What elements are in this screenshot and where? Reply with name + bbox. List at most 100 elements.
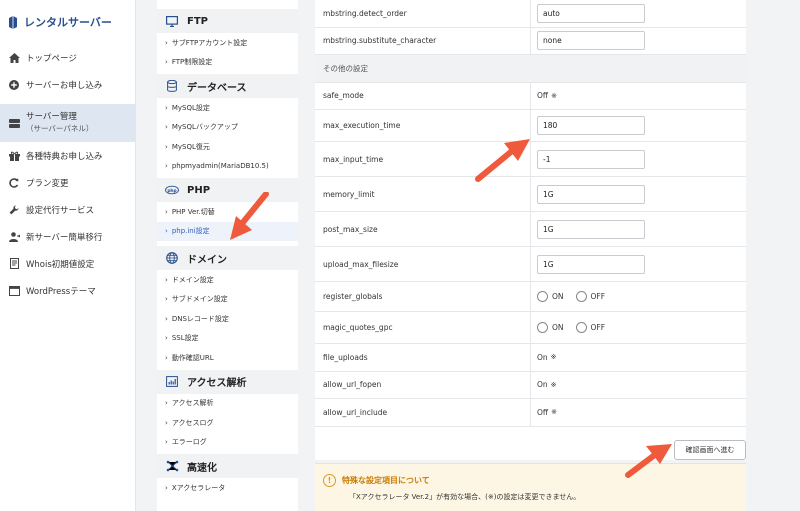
chevron-right-icon: › (165, 103, 168, 112)
sidebar-item-migration[interactable]: 新サーバー簡単移行 (0, 223, 135, 250)
main-sidebar: レンタルサーバー トップページ サーバーお申し込み サーバー管理 （サーバーパネ… (0, 0, 136, 511)
mbstring-substitute-character-input[interactable]: none (537, 31, 645, 51)
brand-title: レンタルサーバー (24, 16, 112, 29)
refresh-icon (8, 177, 20, 189)
network-speed-icon (165, 460, 179, 473)
link-x-accelerator[interactable]: › Xアクセラレータ (157, 478, 298, 498)
row-mbstring-substitute-character: mbstring.substitute_character none (315, 27, 746, 55)
sidebar-item-server-apply[interactable]: サーバーお申し込み (0, 71, 135, 98)
link-sub-ftp-account[interactable]: › サブFTPアカウント設定 (157, 33, 298, 53)
upload-max-filesize-input[interactable]: 1G (537, 254, 645, 274)
link-label: MySQL設定 (171, 103, 210, 112)
chevron-right-icon: › (165, 58, 168, 67)
memory-limit-input[interactable]: 1G (537, 184, 645, 204)
sidebar-item-top[interactable]: トップページ (0, 44, 135, 71)
sidebar-item-plan-change[interactable]: プラン変更 (0, 169, 135, 196)
link-php-version[interactable]: › PHP Ver.切替 (157, 202, 298, 222)
brand[interactable]: レンタルサーバー (0, 0, 135, 44)
link-mysql-restore[interactable]: › MySQL復元 (157, 137, 298, 157)
link-access-analytics[interactable]: › アクセス解析 (157, 394, 298, 414)
row-file-uploads: file_uploads On ※ (315, 344, 746, 372)
link-label: MySQLバックアップ (171, 123, 238, 132)
gift-icon (8, 150, 20, 162)
asterisk-mark: ※ (550, 380, 557, 389)
link-label: サブドメイン設定 (171, 295, 228, 304)
link-mysql-backup[interactable]: › MySQLバックアップ (157, 118, 298, 138)
magic-quotes-off-radio[interactable]: OFF (575, 322, 605, 333)
sidebar-item-server-manage[interactable]: サーバー管理 （サーバーパネル） (0, 104, 135, 142)
php-badge-icon: php (165, 184, 179, 197)
link-label: phpmyadmin(MariaDB10.5) (171, 162, 269, 171)
link-ssl-settings[interactable]: › SSL設定 (157, 329, 298, 349)
link-domain-settings[interactable]: › ドメイン設定 (157, 270, 298, 290)
section-database: データベース (157, 74, 298, 98)
sidebar-item-label: サーバー管理 (26, 112, 77, 122)
chevron-right-icon: › (165, 334, 168, 343)
confirm-button[interactable]: 確認画面へ進む (674, 440, 746, 460)
row-allow-url-include: allow_url_include Off ※ (315, 399, 746, 427)
post-max-size-input[interactable]: 1G (537, 219, 645, 239)
sidebar-item-whois[interactable]: Whois初期値設定 (0, 250, 135, 277)
sidebar-item-label: プラン変更 (26, 178, 69, 189)
setting-key: max_input_time (315, 142, 531, 176)
link-error-log[interactable]: › エラーログ (157, 433, 298, 453)
magic-quotes-on-radio[interactable]: ON (537, 322, 564, 333)
window-icon (8, 285, 20, 297)
chevron-right-icon: › (165, 123, 168, 132)
setting-key: max_execution_time (315, 110, 531, 141)
link-phpmyadmin[interactable]: › phpmyadmin(MariaDB10.5) (157, 157, 298, 177)
max-input-time-input[interactable]: -1 (537, 149, 645, 169)
group-other-settings: その他の設定 (315, 55, 746, 83)
setting-key: mbstring.detect_order (315, 0, 531, 27)
chevron-right-icon: › (165, 207, 168, 216)
link-ftp-restriction[interactable]: › FTP制限設定 (157, 53, 298, 73)
sidebar-item-wp-theme[interactable]: WordPressテーマ (0, 277, 135, 304)
radio-circle (575, 322, 587, 333)
link-mysql-settings[interactable]: › MySQL設定 (157, 98, 298, 118)
row-max-execution-time: max_execution_time 180 (315, 110, 746, 142)
asterisk-mark: ※ (551, 408, 557, 417)
sidebar-item-setup-service[interactable]: 設定代行サービス (0, 196, 135, 223)
chevron-right-icon: › (165, 418, 168, 427)
radio-label: ON (552, 323, 564, 332)
section-title: 高速化 (187, 462, 217, 474)
setting-key: register_globals (315, 282, 531, 311)
row-safe-mode: safe_mode Off ※ (315, 82, 746, 110)
asterisk-mark: ※ (551, 91, 557, 100)
row-allow-url-fopen: allow_url_fopen On ※ (315, 371, 746, 399)
register-globals-off-radio[interactable]: OFF (575, 291, 606, 302)
chevron-right-icon: › (165, 353, 168, 362)
link-subdomain-settings[interactable]: › サブドメイン設定 (157, 290, 298, 310)
section-title: データベース (187, 82, 247, 94)
setting-key: upload_max_filesize (315, 247, 531, 281)
setting-key: allow_url_include (315, 399, 531, 426)
sidebar-item-label: 設定代行サービス (26, 205, 95, 216)
setting-key: post_max_size (315, 212, 531, 246)
sidebar-item-label: WordPressテーマ (26, 286, 96, 297)
radio-label: OFF (590, 292, 606, 301)
link-dns-record[interactable]: › DNSレコード設定 (157, 309, 298, 329)
register-globals-on-radio[interactable]: ON (537, 291, 564, 302)
chevron-right-icon: › (165, 275, 168, 284)
user-move-icon (8, 231, 20, 243)
notice-title: 特殊な設定項目について (342, 476, 430, 485)
section-title: ドメイン (187, 254, 227, 266)
row-max-input-time: max_input_time -1 (315, 142, 746, 177)
row-memory-limit: memory_limit 1G (315, 177, 746, 212)
server-logo-icon (9, 15, 17, 29)
sidebar-item-benefits[interactable]: 各種特典お申し込み (0, 142, 135, 169)
link-access-log[interactable]: › アクセスログ (157, 413, 298, 433)
link-label: SSL設定 (171, 334, 199, 343)
mbstring-detect-order-input[interactable]: auto (537, 3, 645, 23)
radio-circle (537, 322, 548, 333)
section-ftp: FTP (157, 9, 298, 33)
link-test-url[interactable]: › 動作確認URL (157, 348, 298, 368)
link-label: php.ini設定 (171, 227, 210, 236)
setting-key: allow_url_fopen (315, 371, 531, 398)
radio-label: ON (552, 292, 564, 301)
max-execution-time-input[interactable]: 180 (537, 116, 645, 135)
database-icon (165, 80, 179, 93)
row-post-max-size: post_max_size 1G (315, 212, 746, 247)
asterisk-mark: ※ (550, 353, 557, 362)
link-php-ini[interactable]: › php.ini設定 (157, 221, 298, 241)
